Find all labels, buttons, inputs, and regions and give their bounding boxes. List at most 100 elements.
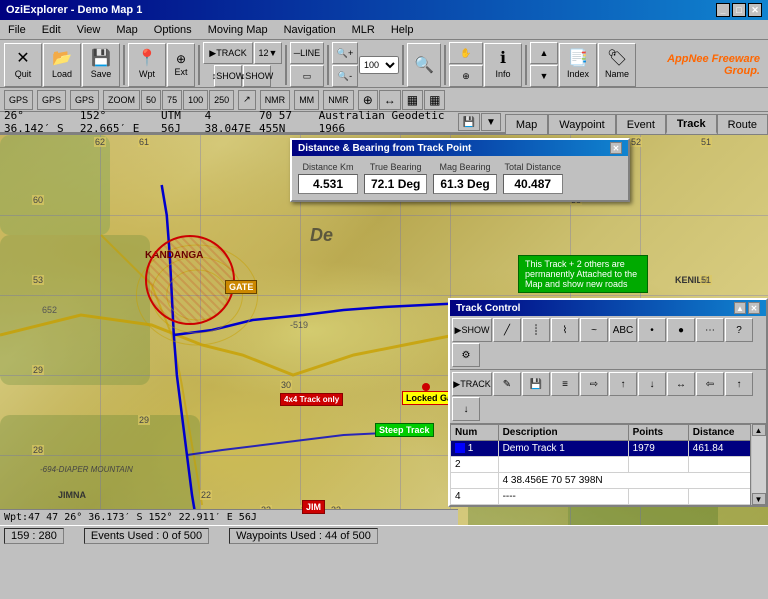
menu-moving-map[interactable]: Moving Map bbox=[204, 23, 272, 37]
menu-edit[interactable]: Edit bbox=[38, 23, 65, 37]
index-button[interactable]: 📑 Index bbox=[559, 43, 597, 87]
menu-map[interactable]: Map bbox=[112, 23, 141, 37]
close-button[interactable]: ✕ bbox=[748, 3, 762, 17]
track-btn4[interactable]: ~ bbox=[580, 318, 608, 342]
info-button[interactable]: ℹ Info bbox=[484, 43, 522, 87]
show-btn4[interactable]: ↕SHOW bbox=[243, 65, 271, 87]
area-btn[interactable]: ▭ bbox=[290, 65, 324, 87]
coord-btn1[interactable]: 💾 bbox=[458, 113, 480, 131]
cursor-btn[interactable]: ⊕ bbox=[449, 65, 483, 87]
track-btn1[interactable]: ╱ bbox=[493, 318, 521, 342]
zoom-in-75[interactable]: 75 bbox=[162, 90, 182, 110]
toolbar-separator2 bbox=[198, 45, 200, 85]
track-lr-btn[interactable]: ↔ bbox=[667, 372, 695, 396]
grid-61: 61 bbox=[138, 137, 150, 147]
track-btn7[interactable]: ● bbox=[667, 318, 695, 342]
wpt-coord-bar: Wpt:47 47 26° 36.173′ S 152° 22.911′ E 5… bbox=[0, 509, 458, 525]
scroll-up-btn[interactable]: ▲ bbox=[752, 424, 766, 436]
track-config-btn[interactable]: ⚙ bbox=[452, 343, 480, 367]
gps-btn2[interactable]: GPS bbox=[37, 90, 66, 110]
track-down-arrow[interactable]: ↓ bbox=[638, 372, 666, 396]
maximize-button[interactable]: □ bbox=[732, 3, 746, 17]
extra-btn4[interactable]: ▦ bbox=[424, 90, 445, 110]
total-distance-value: 40.487 bbox=[503, 174, 563, 194]
tab-event[interactable]: Event bbox=[616, 114, 666, 134]
name-button[interactable]: 🏷 Name bbox=[598, 43, 636, 87]
grid-29b: 29 bbox=[138, 415, 150, 425]
track-down2-btn[interactable]: ↓ bbox=[452, 397, 480, 421]
gps-btn[interactable]: GPS bbox=[4, 90, 33, 110]
dialog-close-btn[interactable]: ✕ bbox=[610, 142, 622, 154]
track-row-2[interactable]: 2 bbox=[451, 457, 766, 473]
track-btn2[interactable]: ┊ bbox=[522, 318, 550, 342]
ext-button[interactable]: ⊕ Ext bbox=[167, 43, 195, 87]
profile-btn[interactable]: ↗ bbox=[238, 90, 256, 110]
gps-btn3[interactable]: GPS bbox=[70, 90, 99, 110]
track-up-arrow[interactable]: ↑ bbox=[609, 372, 637, 396]
track-export-btn[interactable]: ⇨ bbox=[580, 372, 608, 396]
nmr2-btn[interactable]: NMR bbox=[323, 90, 354, 110]
extra-btn1[interactable]: ⊕ bbox=[358, 90, 378, 110]
show-track-btn[interactable]: ▶TRACK bbox=[203, 42, 253, 64]
extra-btn3[interactable]: ▦ bbox=[402, 90, 423, 110]
track-show-btn[interactable]: ▶SHOW bbox=[452, 318, 492, 342]
nav-down-btn[interactable]: ▼ bbox=[530, 65, 558, 87]
minimize-button[interactable]: _ bbox=[716, 3, 730, 17]
zoom-in-btn[interactable]: 🔍+ bbox=[332, 42, 358, 64]
track-help-btn[interactable]: ? bbox=[725, 318, 753, 342]
show-btn3[interactable]: ↕SHOW bbox=[214, 65, 242, 87]
menu-file[interactable]: File bbox=[4, 23, 30, 37]
track-row-4[interactable]: 4 ---- bbox=[451, 489, 766, 505]
tab-track[interactable]: Track bbox=[666, 114, 717, 134]
track-up2-btn[interactable]: ↑ bbox=[725, 372, 753, 396]
tab-route[interactable]: Route bbox=[717, 114, 768, 134]
tab-map[interactable]: Map bbox=[505, 114, 548, 134]
menu-mlr[interactable]: MLR bbox=[348, 23, 379, 37]
map-container[interactable]: GATE KANDANGA De CORUMBA MOUNTAIN KENILB… bbox=[0, 135, 768, 525]
nav-up-btn[interactable]: ▲ bbox=[530, 42, 558, 64]
track-up-btn[interactable]: ▲ bbox=[734, 302, 746, 314]
mm-btn[interactable]: MM bbox=[294, 90, 319, 110]
wpt-button[interactable]: 📍 Wpt bbox=[128, 43, 166, 87]
extra-btn2[interactable]: ↔ bbox=[379, 90, 401, 110]
menu-help[interactable]: Help bbox=[387, 23, 418, 37]
show-btn2[interactable]: 12▼ bbox=[254, 42, 282, 64]
tab-area: Map Waypoint Event Track Route bbox=[505, 112, 768, 134]
load-button[interactable]: 📂 Load bbox=[43, 43, 81, 87]
zoom-select[interactable]: 100 50 75 125 bbox=[359, 56, 399, 74]
zoom-fit-btn[interactable]: ZOOM bbox=[103, 90, 140, 110]
pan-btn[interactable]: ✋ bbox=[449, 42, 483, 64]
line-btn[interactable]: ─LINE bbox=[290, 42, 324, 64]
track-row-1[interactable]: 1 Demo Track 1 1979 461.84 bbox=[451, 441, 766, 457]
track-btn5[interactable]: ABC bbox=[609, 318, 637, 342]
track-close-btn[interactable]: ✕ bbox=[748, 302, 760, 314]
scroll-down-btn[interactable]: ▼ bbox=[752, 493, 766, 505]
zoom-out-btn[interactable]: 🔍- bbox=[332, 65, 358, 87]
coord-btn2[interactable]: ▼ bbox=[481, 113, 501, 131]
distance-bearing-dialog[interactable]: Distance & Bearing from Track Point ✕ Di… bbox=[290, 138, 630, 202]
track-edit-btn[interactable]: ✎ bbox=[493, 372, 521, 396]
quit-button[interactable]: ✕ Quit bbox=[4, 43, 42, 87]
track-save-btn[interactable]: 💾 bbox=[522, 372, 550, 396]
menu-view[interactable]: View bbox=[73, 23, 105, 37]
zoom-100[interactable]: 100 bbox=[183, 90, 208, 110]
menu-navigation[interactable]: Navigation bbox=[280, 23, 340, 37]
nmr-btn[interactable]: NMR bbox=[260, 90, 291, 110]
track-list-btn[interactable]: ≡ bbox=[551, 372, 579, 396]
zoom-250[interactable]: 250 bbox=[209, 90, 234, 110]
zoom-in-50[interactable]: 50 bbox=[141, 90, 161, 110]
track-btn3[interactable]: ⌇ bbox=[551, 318, 579, 342]
track-add-btn[interactable]: ▶TRACK bbox=[452, 372, 492, 396]
track-btn8[interactable]: ⋯ bbox=[696, 318, 724, 342]
menu-options[interactable]: Options bbox=[150, 23, 196, 37]
save-button[interactable]: 💾 Save bbox=[82, 43, 120, 87]
col-points: Points bbox=[628, 425, 688, 441]
wpt-icon: 📍 bbox=[137, 51, 157, 67]
magnify-btn[interactable]: 🔍 bbox=[407, 43, 441, 87]
tab-waypoint[interactable]: Waypoint bbox=[548, 114, 615, 134]
track-import-btn[interactable]: ⇦ bbox=[696, 372, 724, 396]
track-btn6[interactable]: • bbox=[638, 318, 666, 342]
name-label: Name bbox=[605, 69, 629, 79]
track-scrollbar[interactable]: ▲ ▼ bbox=[750, 424, 766, 505]
grid-28: 28 bbox=[32, 445, 44, 455]
